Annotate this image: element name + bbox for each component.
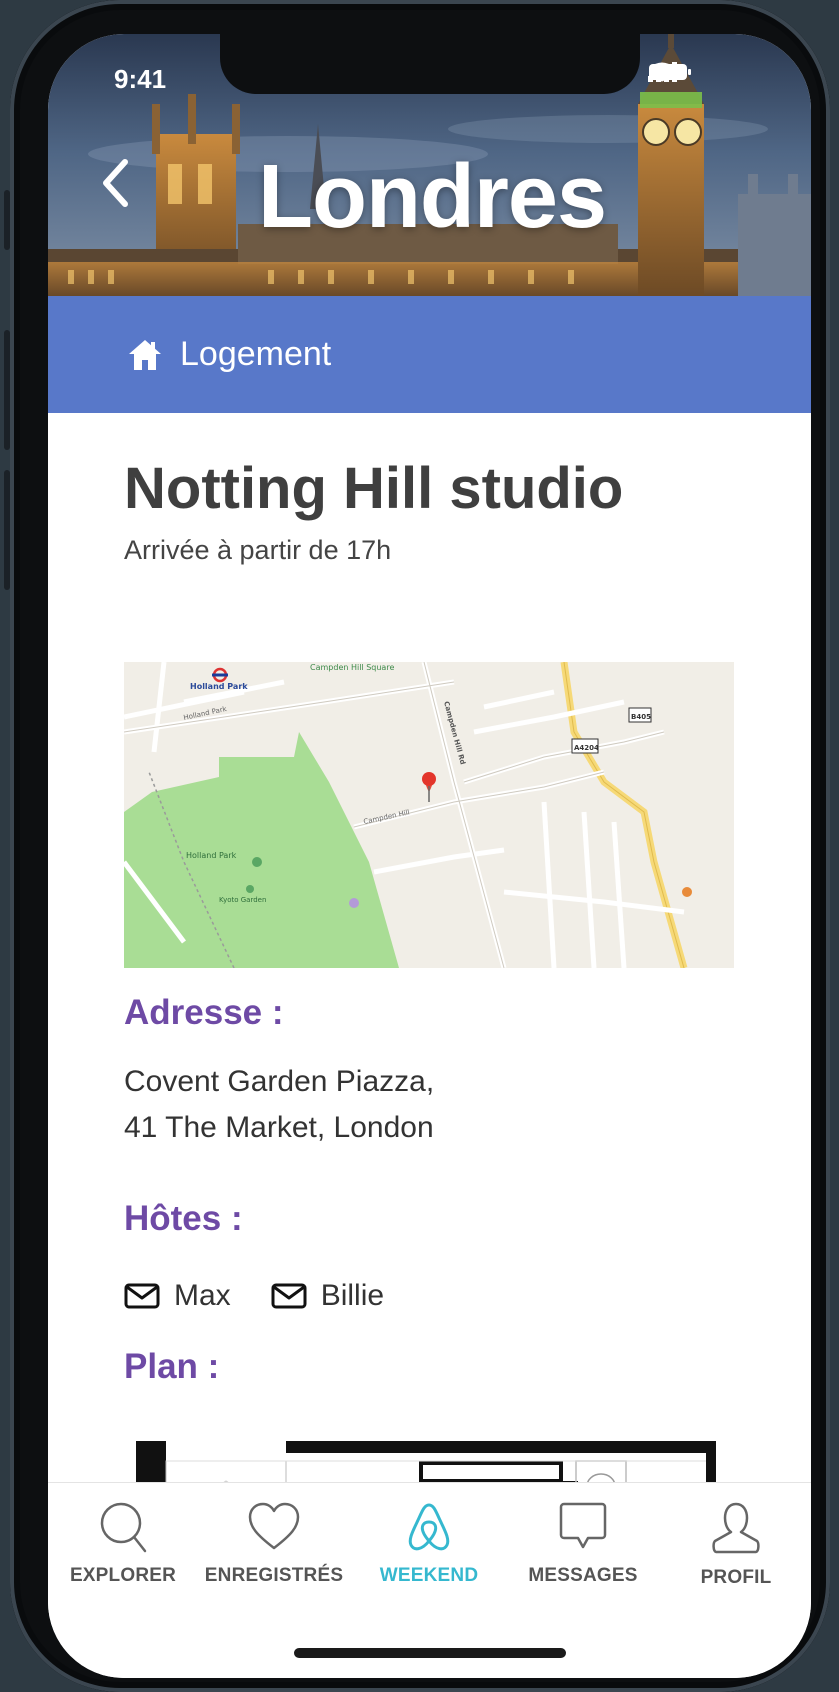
address-line-2: 41 The Market, London <box>124 1111 434 1144</box>
tab-weekend[interactable]: WEEKEND <box>354 1501 504 1587</box>
tab-profil[interactable]: PROFIL <box>661 1501 811 1589</box>
listing-title: Notting Hill studio <box>124 456 624 521</box>
city-header: 9:41 Londres <box>48 34 811 296</box>
section-label: Logement <box>180 335 332 373</box>
host-max[interactable]: Max <box>124 1279 231 1313</box>
location-map[interactable]: Holland Park Campden Hill Square Holland… <box>124 662 734 968</box>
map-label-a4204: A4204 <box>574 744 599 752</box>
host-name: Billie <box>320 1279 385 1312</box>
address-text: Covent Garden Piazza, 41 The Market, Lon… <box>124 1059 434 1151</box>
profile-icon <box>712 1502 760 1554</box>
home-indicator[interactable] <box>294 1648 566 1658</box>
tab-messages[interactable]: MESSAGES <box>508 1501 658 1587</box>
address-line-1: Covent Garden Piazza, <box>124 1065 435 1098</box>
hosts-heading: Hôtes : <box>124 1199 243 1238</box>
page-title: Londres <box>258 147 607 247</box>
map-label-station: Holland Park <box>190 682 248 691</box>
address-heading: Adresse : <box>124 993 284 1032</box>
battery-icon <box>649 64 691 80</box>
app-screen: 9:41 Londres Logement Notting Hill studi… <box>48 34 811 1678</box>
mail-icon <box>271 1283 307 1309</box>
tab-label: WEEKEND <box>379 1565 479 1586</box>
tab-label: ENREGISTRÉS <box>204 1565 344 1586</box>
section-bar-logement: Logement <box>48 296 811 413</box>
map-label-square: Campden Hill Square <box>310 663 394 672</box>
heart-icon <box>248 1502 300 1550</box>
tab-label: PROFIL <box>700 1567 772 1588</box>
tab-label: MESSAGES <box>528 1565 638 1586</box>
tab-explorer[interactable]: EXPLORER <box>48 1501 198 1587</box>
hosts-list: Max Billie <box>124 1279 412 1313</box>
message-icon <box>559 1502 607 1549</box>
host-name: Max <box>174 1279 231 1312</box>
home-icon <box>129 339 161 370</box>
host-billie[interactable]: Billie <box>271 1279 384 1313</box>
tab-label: EXPLORER <box>69 1565 177 1586</box>
tab-enregistres[interactable]: ENREGISTRÉS <box>199 1501 349 1587</box>
device-background: 9:41 Londres Logement Notting Hill studi… <box>0 0 839 1692</box>
device-notch <box>220 34 640 94</box>
mail-icon <box>124 1283 160 1309</box>
checkin-time: Arrivée à partir de 17h <box>124 535 392 565</box>
map-label-park: Holland Park <box>186 851 237 860</box>
map-label-b405: B405 <box>631 713 651 721</box>
airbnb-logo-icon <box>408 1503 450 1551</box>
map-graphic: Holland Park Campden Hill Square Holland… <box>124 662 734 968</box>
chevron-left-icon <box>103 159 128 207</box>
map-label-kyoto: Kyoto Garden <box>219 896 266 904</box>
back-button[interactable] <box>100 158 150 230</box>
plan-heading: Plan : <box>124 1347 220 1386</box>
search-icon <box>100 1502 147 1553</box>
status-time: 9:41 <box>114 64 167 94</box>
